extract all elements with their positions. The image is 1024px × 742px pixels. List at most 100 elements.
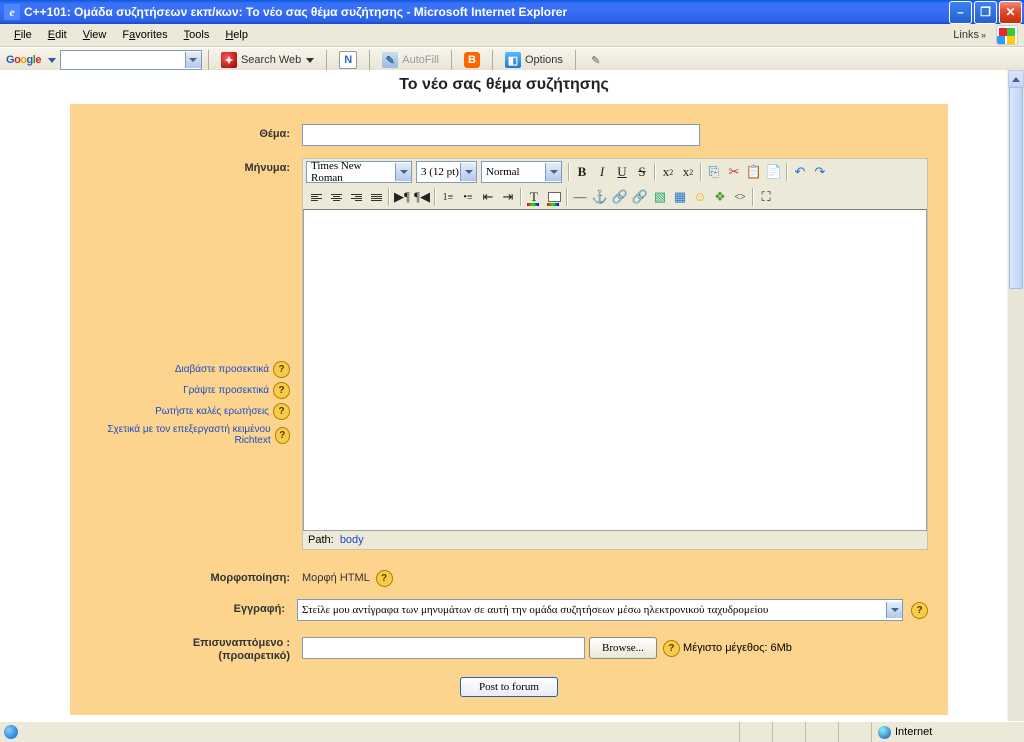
redo-button[interactable]: ↷	[810, 162, 830, 182]
autofill-icon: ✎	[382, 52, 398, 68]
subscript-button[interactable]: x2	[658, 162, 678, 182]
italic-button[interactable]: I	[592, 162, 612, 182]
help-icon[interactable]: ?	[376, 570, 393, 587]
fullscreen-button[interactable]: ⛶	[756, 187, 776, 207]
subject-input[interactable]	[302, 124, 700, 146]
cut-button[interactable]: ✂	[724, 162, 744, 182]
link-button[interactable]: 🔗	[610, 187, 630, 207]
editor-textarea[interactable]	[303, 209, 927, 531]
align-justify-button[interactable]	[366, 187, 386, 207]
format-value: Μορφή HTML	[302, 572, 369, 584]
window-titlebar: e C++101: Ομάδα συζητήσεων εκπ/κων: Το ν…	[0, 0, 1024, 24]
hr-button[interactable]: —	[570, 187, 590, 207]
ordered-list-button[interactable]: 1≡	[438, 187, 458, 207]
attachment-label: Επισυναπτόμενο : (προαιρετικό)	[90, 633, 302, 663]
page-title: Το νέο σας θέμα συζήτησης	[0, 76, 1008, 94]
rtl-button[interactable]: ¶◀	[412, 187, 432, 207]
superscript-button[interactable]: x2	[678, 162, 698, 182]
window-minimize-button[interactable]: –	[949, 1, 972, 24]
google-options-button[interactable]: ◧ Options	[499, 50, 569, 70]
table-button[interactable]: ▦	[670, 187, 690, 207]
paste-button[interactable]: 📋	[744, 162, 764, 182]
chevron-down-icon	[886, 602, 902, 618]
help-icon[interactable]: ?	[275, 427, 290, 444]
menu-favorites[interactable]: Favorites	[114, 27, 175, 43]
google-search-combo[interactable]	[60, 50, 202, 70]
menu-file[interactable]: File	[6, 27, 40, 43]
help-icon[interactable]: ?	[911, 602, 928, 619]
help-link-richtext[interactable]: Σχετικά με τον επεξεργαστή κειμένου Rich…	[90, 424, 271, 446]
window-maximize-button[interactable]: ❐	[974, 1, 997, 24]
image-button[interactable]: ▧	[650, 187, 670, 207]
align-left-button[interactable]	[306, 187, 326, 207]
menu-help[interactable]: Help	[217, 27, 256, 43]
combo-dropdown-icon[interactable]	[185, 52, 201, 68]
google-search-web-button[interactable]: ✦ Search Web	[215, 50, 320, 70]
windows-flag-icon[interactable]	[996, 25, 1018, 45]
outdent-button[interactable]: ⇤	[478, 187, 498, 207]
path-label: Path:	[308, 534, 334, 546]
align-right-button[interactable]	[346, 187, 366, 207]
menu-bar: File Edit View Favorites Tools Help Link…	[0, 24, 1024, 47]
help-link-write[interactable]: Γράψτε προσεκτικά	[183, 385, 269, 396]
path-body-link[interactable]: body	[340, 534, 364, 546]
links-toolbar-label[interactable]: Links»	[953, 29, 990, 41]
status-bar: Internet	[0, 721, 1024, 742]
strikethrough-button[interactable]: S	[632, 162, 652, 182]
help-icon[interactable]: ?	[663, 640, 680, 657]
window-title: C++101: Ομάδα συζητήσεων εκπ/κων: Το νέο…	[24, 5, 567, 19]
bold-button[interactable]: B	[572, 162, 592, 182]
browse-button[interactable]: Browse...	[589, 637, 657, 659]
google-blogger-button[interactable]: B	[458, 50, 486, 70]
google-dropdown-icon[interactable]	[48, 58, 56, 63]
undo-button[interactable]: ↶	[790, 162, 810, 182]
paragraph-style-select[interactable]: Normal	[481, 161, 562, 183]
max-size-text: Μέγιστο μέγεθος: 6Mb	[683, 642, 792, 654]
google-highlight-button[interactable]: ✎	[582, 50, 610, 70]
google-autofill-button[interactable]: ✎ AutoFill	[376, 50, 445, 70]
menu-edit[interactable]: Edit	[40, 27, 75, 43]
window-close-button[interactable]: ✕	[999, 1, 1022, 24]
help-icon[interactable]: ?	[273, 403, 290, 420]
font-family-select[interactable]: Times New Roman	[306, 161, 412, 183]
scroll-up-button[interactable]	[1008, 70, 1024, 88]
attachment-input[interactable]	[302, 637, 585, 659]
scroll-thumb[interactable]	[1009, 87, 1023, 289]
search-icon: ✦	[221, 52, 237, 68]
align-center-button[interactable]	[326, 187, 346, 207]
indent-button[interactable]: ⇥	[498, 187, 518, 207]
menu-tools[interactable]: Tools	[176, 27, 218, 43]
subscribe-select[interactable]: Στείλε μου αντίγραφα των μηνυμάτων σε αυ…	[297, 599, 903, 621]
anchor-button[interactable]: ⚓	[590, 187, 610, 207]
emoticon-button[interactable]: ☺	[690, 187, 710, 207]
browser-viewport: Το νέο σας θέμα συζήτησης Θέμα: Μήνυμα: …	[0, 70, 1024, 722]
ltr-button[interactable]: ▶¶	[392, 187, 412, 207]
bg-color-button[interactable]	[544, 187, 564, 207]
help-icon[interactable]: ?	[273, 382, 290, 399]
paste-text-button[interactable]: 📄	[764, 162, 784, 182]
menu-view[interactable]: View	[75, 27, 115, 43]
copy-button[interactable]: ⎘	[704, 162, 724, 182]
help-link-ask[interactable]: Ρωτήστε καλές ερωτήσεις	[155, 406, 269, 417]
options-label: Options	[525, 54, 563, 66]
autofill-label: AutoFill	[402, 54, 439, 66]
special-char-button[interactable]: ❖	[710, 187, 730, 207]
html-source-button[interactable]: <>	[730, 187, 750, 207]
font-size-select[interactable]: 3 (12 pt)	[416, 161, 477, 183]
chevron-down-icon	[545, 163, 561, 181]
editor-toolbar-2: ▶¶ ¶◀ 1≡ •≡ ⇤ ⇥ T — ⚓	[303, 185, 927, 209]
subscribe-value: Στείλε μου αντίγραφα των μηνυμάτων σε αυ…	[302, 604, 768, 616]
google-news-button[interactable]: N	[333, 50, 363, 70]
google-logo[interactable]: Google	[4, 54, 43, 66]
underline-button[interactable]: U	[612, 162, 632, 182]
font-color-button[interactable]: T	[524, 187, 544, 207]
unordered-list-button[interactable]: •≡	[458, 187, 478, 207]
vertical-scrollbar[interactable]	[1007, 70, 1024, 722]
help-link-read[interactable]: Διαβάστε προσεκτικά	[175, 364, 269, 375]
help-links: Διαβάστε προσεκτικά? Γράψτε προσεκτικά? …	[90, 357, 290, 450]
unlink-button[interactable]: 🔗	[630, 187, 650, 207]
news-icon: N	[339, 51, 357, 69]
post-to-forum-button[interactable]: Post to forum	[460, 677, 558, 697]
help-icon[interactable]: ?	[273, 361, 290, 378]
ie-page-icon	[4, 725, 18, 739]
